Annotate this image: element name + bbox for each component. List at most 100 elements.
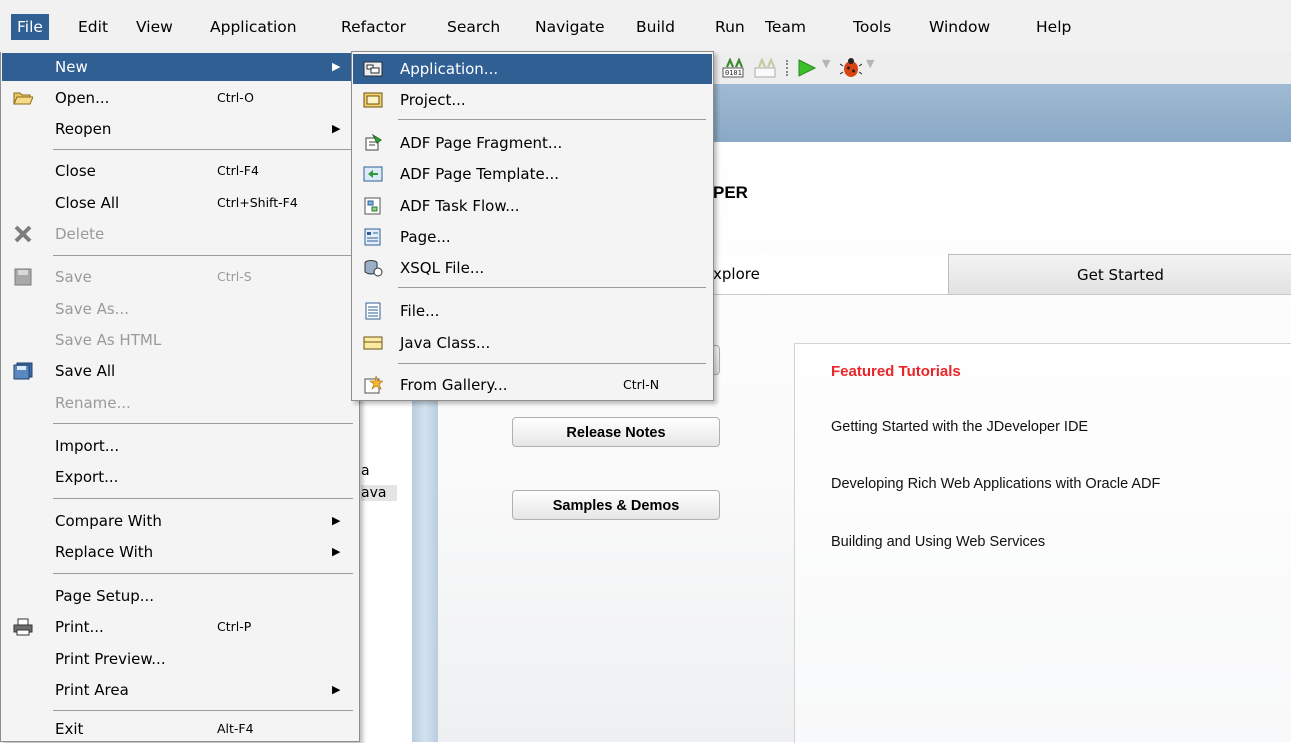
menu-help[interactable]: Help — [1030, 14, 1077, 40]
file-icon — [365, 302, 381, 320]
file-menu-import-label: Import... — [55, 437, 120, 455]
file-menu-print-area[interactable]: Print Area ▶ — [2, 676, 358, 704]
file-menu-exit-label: Exit — [55, 720, 84, 738]
menu-team[interactable]: Team — [759, 14, 812, 40]
new-from-gallery[interactable]: From Gallery... Ctrl-N — [353, 370, 712, 400]
menu-edit[interactable]: Edit — [72, 14, 114, 40]
submenu-arrow-icon: ▶ — [332, 122, 341, 135]
run-dropdown-icon[interactable]: ▼ — [822, 57, 830, 70]
menu-tools[interactable]: Tools — [847, 14, 897, 40]
new-adf-page-template-label: ADF Page Template... — [400, 165, 560, 183]
tab-get-started[interactable]: Get Started — [948, 254, 1291, 295]
file-menu-save-as-label: Save As... — [55, 300, 129, 318]
submenu-arrow-icon: ▶ — [332, 514, 341, 527]
new-page[interactable]: Page... — [353, 222, 712, 252]
menu-navigate[interactable]: Navigate — [529, 14, 611, 40]
file-menu-exit[interactable]: Exit Alt-F4 — [2, 715, 358, 743]
menu-separator — [53, 498, 353, 499]
start-page-title: PER — [713, 183, 748, 202]
file-menu-open-label: Open... — [55, 89, 110, 107]
file-menu-rename: Rename... — [2, 389, 358, 417]
run-icon[interactable] — [796, 58, 818, 78]
menu-application[interactable]: Application — [204, 14, 303, 40]
save-all-icon — [13, 362, 33, 380]
tutorial-link[interactable]: Developing Rich Web Applications with Or… — [831, 476, 1160, 492]
file-menu-close-all[interactable]: Close All Ctrl+Shift-F4 — [2, 189, 358, 217]
file-menu-close[interactable]: Close Ctrl-F4 — [2, 157, 358, 185]
menu-separator — [53, 573, 353, 574]
menu-build[interactable]: Build — [630, 14, 681, 40]
new-application[interactable]: Application... — [353, 54, 712, 84]
new-adf-page-template[interactable]: ADF Page Template... — [353, 159, 712, 189]
samples-demos-button[interactable]: Samples & Demos — [512, 490, 720, 520]
file-menu-compare-with[interactable]: Compare With ▶ — [2, 507, 358, 535]
task-flow-icon — [364, 197, 381, 215]
featured-tutorials-title: Featured Tutorials — [831, 363, 961, 380]
menu-separator — [398, 119, 706, 120]
shortcut-label: Ctrl-S — [217, 269, 252, 284]
submenu-arrow-icon: ▶ — [332, 545, 341, 558]
adf-template-icon — [363, 166, 383, 182]
navigator-item[interactable]: a — [361, 463, 370, 479]
menu-separator — [53, 149, 353, 150]
file-menu-save: Save Ctrl-S — [2, 263, 358, 291]
shortcut-label: Ctrl-F4 — [217, 163, 259, 178]
tutorial-link[interactable]: Getting Started with the JDeveloper IDE — [831, 419, 1088, 435]
menu-refactor[interactable]: Refactor — [335, 14, 412, 40]
rebuild-icon[interactable] — [754, 58, 776, 78]
file-menu-page-setup-label: Page Setup... — [55, 587, 155, 605]
file-menu-new[interactable]: New ▶ — [2, 53, 358, 81]
submenu-arrow-icon: ▶ — [332, 683, 341, 696]
new-application-label: Application... — [400, 60, 499, 78]
file-menu-replace-with[interactable]: Replace With ▶ — [2, 538, 358, 566]
shortcut-label: Ctrl+Shift-F4 — [217, 195, 298, 210]
navigator-item-selected[interactable]: ava — [361, 485, 397, 501]
menu-run[interactable]: Run — [709, 14, 751, 40]
gallery-icon — [364, 376, 383, 394]
folder-open-icon — [13, 92, 33, 105]
file-menu: New ▶ Open... Ctrl-O Reopen ▶ Close Ctrl… — [0, 52, 360, 742]
new-page-label: Page... — [400, 228, 451, 246]
file-menu-save-as-html: Save As HTML — [2, 326, 358, 354]
new-xsql-file[interactable]: XSQL File... — [353, 253, 712, 283]
file-menu-reopen[interactable]: Reopen ▶ — [2, 115, 358, 143]
debug-dropdown-icon[interactable]: ▼ — [866, 57, 874, 70]
file-menu-save-as: Save As... — [2, 295, 358, 323]
adf-fragment-icon — [365, 134, 382, 151]
file-menu-reopen-label: Reopen — [55, 120, 112, 138]
file-menu-print[interactable]: Print... Ctrl-P — [2, 613, 358, 641]
new-adf-page-fragment[interactable]: ADF Page Fragment... — [353, 128, 712, 158]
compile-icon[interactable]: 0101 — [722, 58, 744, 78]
file-menu-delete: Delete — [2, 220, 358, 248]
submenu-arrow-icon: ▶ — [332, 60, 341, 73]
new-java-class-label: Java Class... — [400, 334, 491, 352]
delete-x-icon — [14, 225, 32, 243]
file-menu-save-all[interactable]: Save All — [2, 357, 358, 385]
debug-icon[interactable] — [840, 57, 862, 79]
featured-tutorials-panel: Featured Tutorials Getting Started with … — [794, 343, 1291, 743]
new-file-label: File... — [400, 302, 440, 320]
file-menu-page-setup[interactable]: Page Setup... — [2, 582, 358, 610]
application-icon — [363, 61, 383, 77]
file-menu-print-preview[interactable]: Print Preview... — [2, 645, 358, 673]
new-adf-task-flow-label: ADF Task Flow... — [400, 197, 520, 215]
new-from-gallery-label: From Gallery... — [400, 376, 508, 394]
release-notes-button[interactable]: Release Notes — [512, 417, 720, 447]
file-menu-open[interactable]: Open... Ctrl-O — [2, 84, 358, 112]
menu-view[interactable]: View — [130, 14, 179, 40]
menu-window[interactable]: Window — [923, 14, 996, 40]
shortcut-label: Ctrl-P — [217, 619, 252, 634]
new-file[interactable]: File... — [353, 296, 712, 326]
menu-search[interactable]: Search — [441, 14, 506, 40]
file-menu-replace-with-label: Replace With — [55, 543, 154, 561]
shortcut-label: Ctrl-N — [623, 377, 660, 392]
new-adf-task-flow[interactable]: ADF Task Flow... — [353, 191, 712, 221]
new-project[interactable]: Project... — [353, 85, 712, 115]
file-menu-export[interactable]: Export... — [2, 463, 358, 491]
file-menu-save-as-html-label: Save As HTML — [55, 331, 162, 349]
new-java-class[interactable]: Java Class... — [353, 328, 712, 358]
file-menu-import[interactable]: Import... — [2, 432, 358, 460]
shortcut-label: Alt-F4 — [217, 721, 254, 736]
tutorial-link[interactable]: Building and Using Web Services — [831, 534, 1045, 550]
menu-file[interactable]: File — [11, 14, 49, 40]
